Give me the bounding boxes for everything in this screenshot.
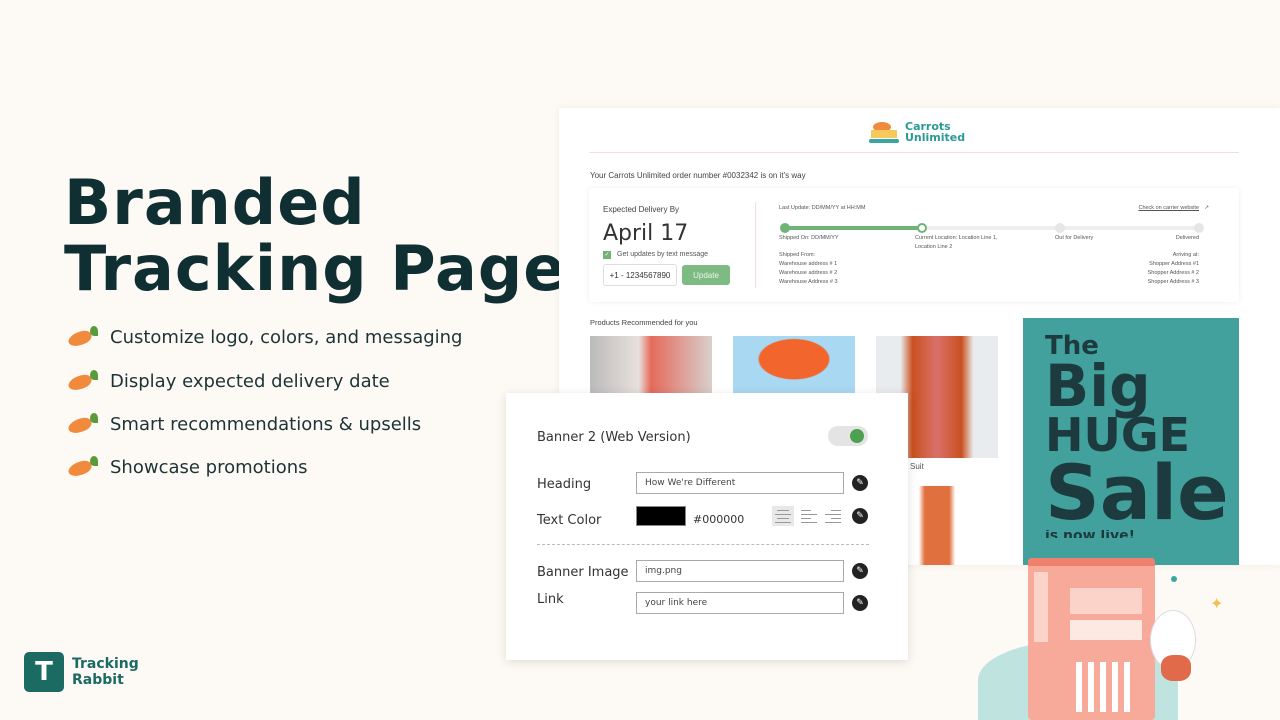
divider <box>537 544 869 545</box>
align-left-icon[interactable] <box>798 506 820 526</box>
text-color-label: Text Color <box>537 513 602 528</box>
align-right-icon[interactable] <box>822 506 844 526</box>
tracking-rabbit-logo: T Tracking Rabbit <box>24 652 139 692</box>
step-label: Out for Delivery <box>1055 235 1094 241</box>
heading-input[interactable]: How We're Different <box>636 472 844 494</box>
step-dot <box>780 223 790 233</box>
edit-pencil-icon[interactable]: ✎ <box>852 475 868 491</box>
step-label: Delivered <box>1175 235 1199 241</box>
sparkle-icon: ✦ <box>1210 596 1224 613</box>
feature-item: Display expected delivery date <box>66 370 390 393</box>
step-dot <box>1194 223 1204 233</box>
carrot-icon <box>66 413 98 436</box>
product-image-shorts[interactable] <box>733 336 855 394</box>
carrot-icon <box>66 326 98 349</box>
step-dot <box>917 223 927 233</box>
color-swatch[interactable] <box>636 506 686 526</box>
cake-carrot-icon <box>869 120 899 144</box>
color-hex[interactable]: #000000 <box>693 513 744 526</box>
link-input[interactable]: your link here <box>636 592 844 614</box>
expected-label: Expected Delivery By <box>603 205 680 214</box>
heading-label: Heading <box>537 477 592 492</box>
page-title: Branded Tracking Page <box>64 166 567 305</box>
step-dot <box>1055 223 1065 233</box>
expected-date: April 17 <box>603 221 689 246</box>
carrots-unlimited-logo: Carrots Unlimited <box>869 120 965 144</box>
products-heading: Products Recommended for you <box>590 318 698 327</box>
feature-item: Smart recommendations & upsells <box>66 413 421 436</box>
sms-label: Get updates by text message <box>617 251 709 258</box>
panel-title: Banner 2 (Web Version) <box>537 430 691 445</box>
phone-input[interactable]: +1 - 1234567890 <box>603 264 677 286</box>
illustration-window-icon <box>1028 558 1155 720</box>
progress-track <box>780 223 1204 233</box>
edit-pencil-icon[interactable]: ✎ <box>852 508 868 524</box>
carrier-link[interactable]: Check on carrier website <box>1138 204 1199 213</box>
enable-toggle[interactable] <box>828 426 868 446</box>
dot-icon <box>1171 576 1177 582</box>
product-image-dress[interactable] <box>590 336 712 394</box>
step-label: Shipped On: DD/MM/YY <box>779 235 839 241</box>
progress-fill <box>785 226 921 230</box>
divider <box>755 202 756 288</box>
rabbit-illustration-icon <box>1150 610 1196 681</box>
divider <box>589 152 1239 153</box>
product-caption: Suit <box>910 462 924 471</box>
sms-checkbox[interactable]: ✓ <box>603 251 611 259</box>
banner-image-label: Banner Image <box>537 565 629 580</box>
external-link-icon: ↗ <box>1204 205 1209 211</box>
feature-item: Showcase promotions <box>66 456 308 479</box>
align-center-icon[interactable] <box>772 506 794 526</box>
logo-mark: T <box>24 652 64 692</box>
edit-pencil-icon[interactable]: ✎ <box>852 563 868 579</box>
link-label: Link <box>537 592 564 607</box>
step-label: Current Location: Location Line 1, Locat… <box>915 235 998 250</box>
arriving-at: Arriving at: Shopper Address #1 Shopper Ad… <box>1147 252 1199 285</box>
last-update: Last Update: DD/MM/YY at HH:MM <box>779 205 866 211</box>
shipped-from: Shipped From: Warehouse address # 1 Wareho… <box>779 252 838 285</box>
promo-banner[interactable]: The Big HUGE Sale is now live! <box>1023 318 1239 565</box>
feature-item: Customize logo, colors, and messaging <box>66 326 463 349</box>
order-message: Your Carrots Unlimited order number #003… <box>590 171 806 180</box>
delivery-card: Expected Delivery By April 17 ✓ Get upda… <box>589 188 1239 302</box>
edit-pencil-icon[interactable]: ✎ <box>852 595 868 611</box>
carrot-icon <box>66 456 98 479</box>
update-button[interactable]: Update <box>682 265 730 285</box>
carrot-icon <box>66 370 98 393</box>
banner-image-input[interactable]: img.png <box>636 560 844 582</box>
banner-settings-panel: Banner 2 (Web Version) Heading How We're… <box>506 393 908 660</box>
